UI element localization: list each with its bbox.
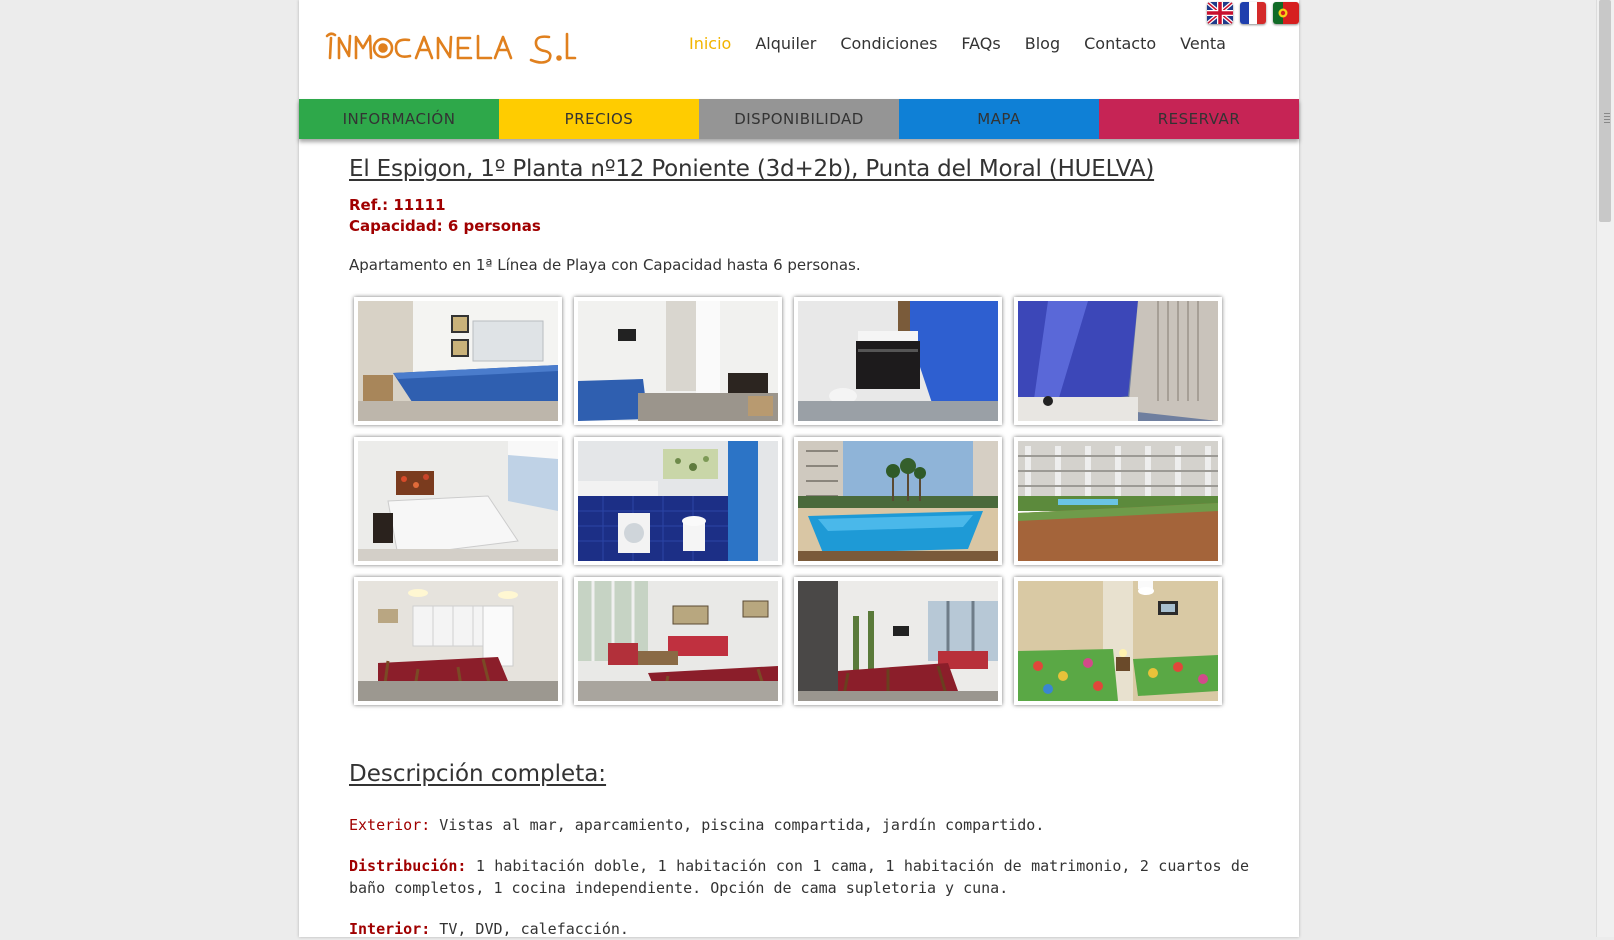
property-tabs: INFORMACIÓN PRECIOS DISPONIBILIDAD MAPA … [299, 99, 1299, 139]
nav-condiciones[interactable]: Condiciones [840, 34, 937, 53]
gallery-thumb-twin-bedroom[interactable] [1014, 577, 1222, 705]
nav-faqs[interactable]: FAQs [961, 34, 1000, 53]
logo-graphic [325, 32, 577, 64]
nav-inicio[interactable]: Inicio [689, 34, 731, 53]
property-ref: Ref.: 11111 [349, 196, 446, 214]
tab-precios[interactable]: PRECIOS [499, 99, 699, 139]
france-flag-icon[interactable] [1240, 2, 1266, 24]
description-heading: Descripción completa: [349, 761, 607, 787]
property-title: El Espigon, 1º Planta nº12 Poniente (3d+… [349, 156, 1155, 182]
exterior-text: Vistas al mar, aparcamiento, piscina com… [430, 816, 1045, 834]
distribucion-text: 1 habitación doble, 1 habitación con 1 c… [349, 857, 1249, 897]
nav-alquiler[interactable]: Alquiler [755, 34, 816, 53]
uk-flag-icon[interactable] [1207, 2, 1233, 24]
gallery-thumb-garden-terrace[interactable] [1014, 437, 1222, 565]
gallery-thumb-bathroom-shower-curtain[interactable] [1014, 297, 1222, 425]
page-container: Inicio Alquiler Condiciones FAQs Blog Co… [299, 0, 1299, 940]
property-capacity: Capacidad: 6 personas [349, 217, 541, 235]
gallery-thumb-bedroom-single-blue[interactable] [354, 297, 562, 425]
property-meta: Ref.: 11111 Capacidad: 6 personas [349, 195, 1249, 237]
scrollbar-thumb[interactable] [1599, 0, 1611, 222]
nav-venta[interactable]: Venta [1180, 34, 1226, 53]
nav-blog[interactable]: Blog [1025, 34, 1060, 53]
gallery-thumb-pool-view[interactable] [794, 437, 1002, 565]
exterior-label: Exterior: [349, 816, 431, 834]
gallery-thumb-dining-area[interactable] [794, 577, 1002, 705]
tab-reservar[interactable]: RESERVAR [1099, 99, 1299, 139]
gallery-thumb-double-bedroom[interactable] [354, 437, 562, 565]
tab-informacion[interactable]: INFORMACIÓN [299, 99, 499, 139]
property-content: El Espigon, 1º Planta nº12 Poniente (3d+… [349, 156, 1249, 940]
page-scrollbar[interactable] [1596, 0, 1614, 937]
gallery-thumb-living-room[interactable] [574, 577, 782, 705]
site-logo[interactable] [323, 24, 579, 66]
gallery-thumb-bathroom-sink[interactable] [794, 297, 1002, 425]
exterior-paragraph: Exterior: Vistas al mar, aparcamiento, p… [349, 814, 1249, 836]
gallery-thumb-bedroom-hallway[interactable] [574, 297, 782, 425]
scrollbar-grip-icon [1604, 113, 1610, 125]
language-flags [1207, 2, 1299, 24]
gallery-thumb-kitchen-dining[interactable] [354, 577, 562, 705]
portugal-flag-icon[interactable] [1273, 2, 1299, 24]
property-intro: Apartamento en 1ª Línea de Playa con Cap… [349, 256, 861, 274]
distribucion-paragraph: Distribución: 1 habitación doble, 1 habi… [349, 855, 1249, 899]
interior-label: Interior: [349, 920, 431, 938]
tab-disponibilidad[interactable]: DISPONIBILIDAD [699, 99, 899, 139]
main-nav: Inicio Alquiler Condiciones FAQs Blog Co… [689, 34, 1226, 53]
interior-text: TV, DVD, calefacción. [430, 920, 629, 938]
gallery-thumb-bathroom-washer[interactable] [574, 437, 782, 565]
photo-gallery [354, 297, 1249, 705]
distribucion-label: Distribución: [349, 857, 467, 875]
nav-contacto[interactable]: Contacto [1084, 34, 1156, 53]
tab-mapa[interactable]: MAPA [899, 99, 1099, 139]
